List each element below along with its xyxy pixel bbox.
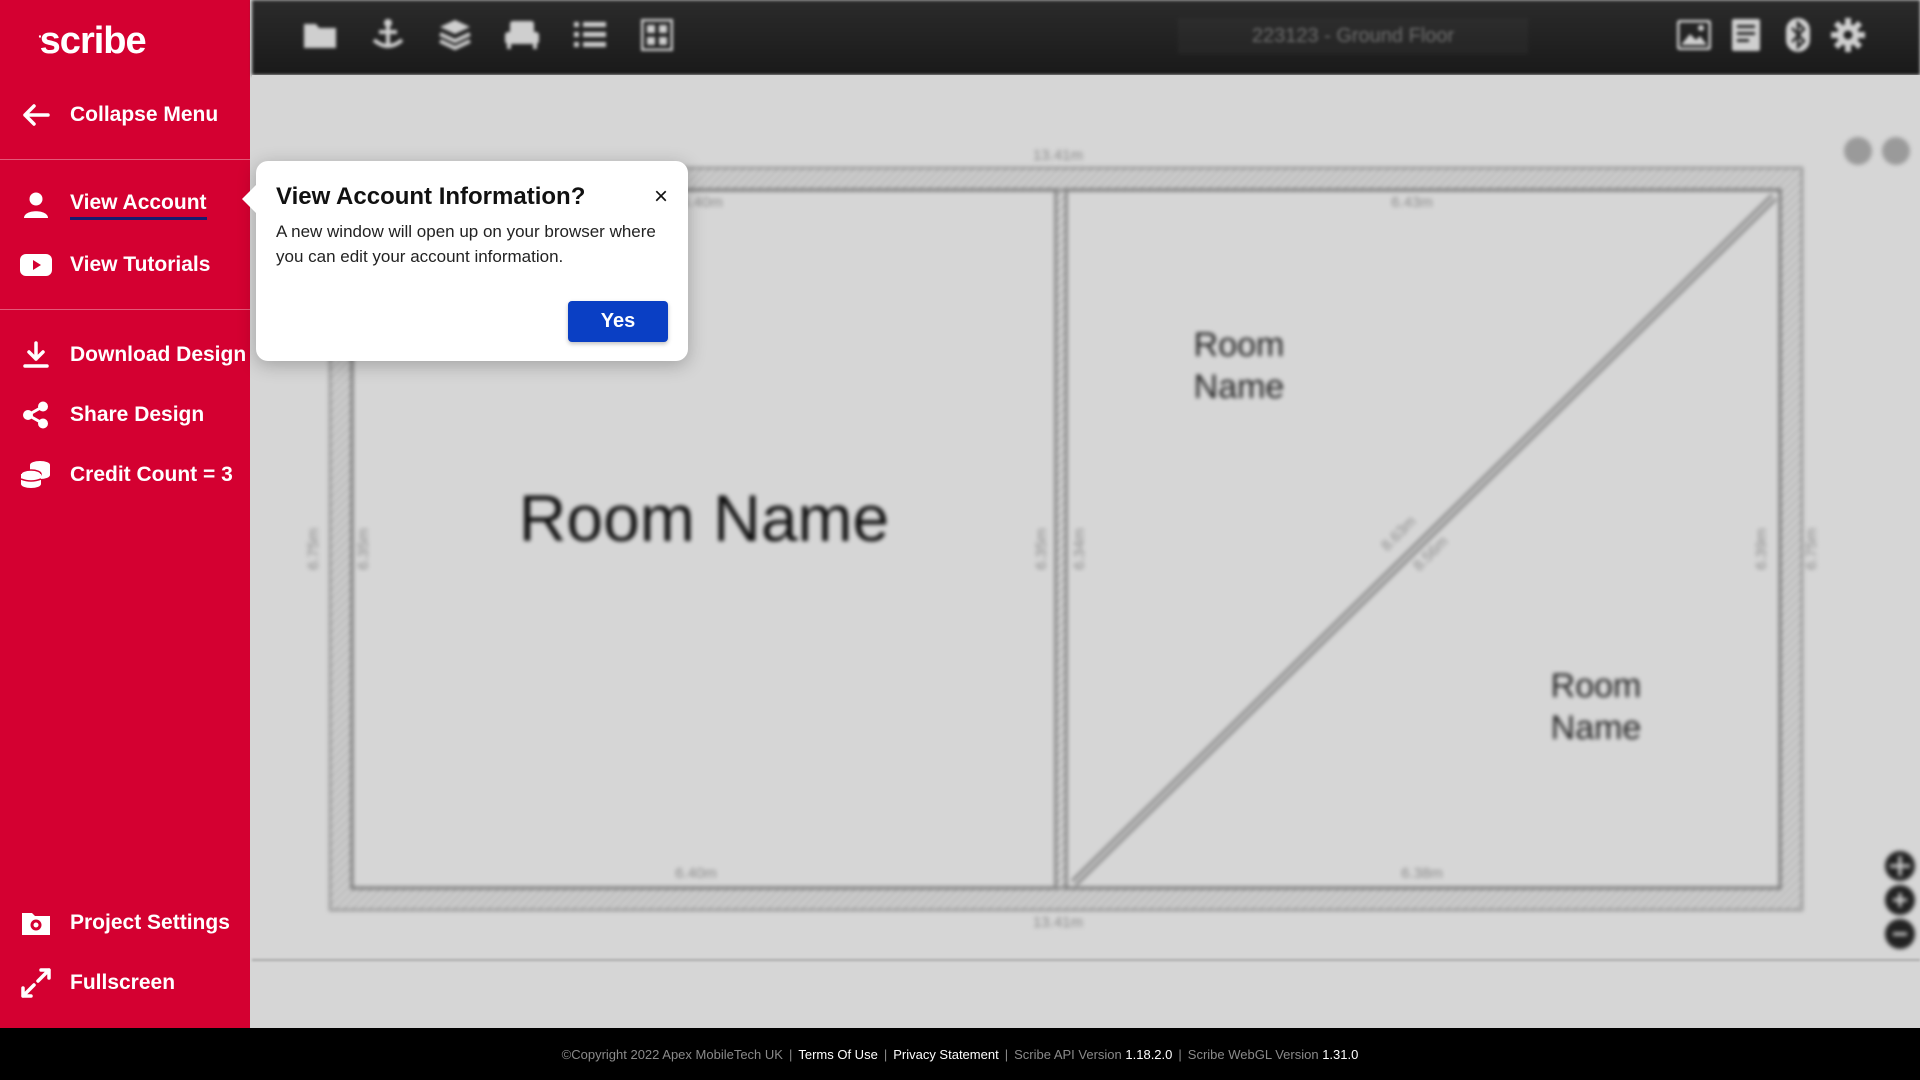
sidebar-item-collapse-menu[interactable]: Collapse Menu <box>0 93 250 137</box>
sidebar-item-project-settings[interactable]: Project Settings <box>0 901 250 945</box>
sofa-icon[interactable] <box>504 16 540 54</box>
dimension-label: 6.35m <box>1033 528 1050 570</box>
project-title: 223123 - Ground Floor <box>1178 18 1528 54</box>
list-icon[interactable] <box>572 16 608 54</box>
arrow-left-icon <box>18 99 54 131</box>
anchor-icon[interactable] <box>370 16 406 54</box>
room-name-label: Name <box>1551 709 1642 747</box>
popover-arrow <box>242 185 256 213</box>
top-toolbar: 223123 - Ground Floor <box>252 0 1920 75</box>
room-name-label: Room Name <box>519 481 889 555</box>
dimension-label: 6.34m <box>1071 528 1088 570</box>
layers-icon[interactable] <box>437 16 473 54</box>
zoom-out-icon[interactable] <box>1885 919 1915 949</box>
move-icon[interactable] <box>1885 851 1915 881</box>
sidebar-item-label: Collapse Menu <box>70 103 219 126</box>
room-name-label: Name <box>1194 368 1285 406</box>
footer-separator: | <box>1178 1046 1182 1062</box>
sidebar-item-share-design[interactable]: Share Design <box>0 393 250 437</box>
sidebar-item-label: Credit Count = 3 <box>70 463 233 486</box>
sidebar-item-label: Fullscreen <box>70 971 176 994</box>
room-name-label: Room <box>1194 326 1285 364</box>
sidebar-item-label: View Account <box>70 191 207 220</box>
youtube-icon <box>18 249 54 281</box>
sidebar-item-label: Download Design <box>70 343 247 366</box>
sidebar-item-fullscreen[interactable]: Fullscreen <box>0 961 250 1005</box>
dimension-label: 6.35m <box>355 528 372 570</box>
expand-icon <box>18 967 54 999</box>
view-account-popover: View Account Information? × A new window… <box>242 161 688 361</box>
sidebar-item-credit-count[interactable]: Credit Count = 3 <box>0 453 250 497</box>
canvas-baseline <box>252 959 1920 961</box>
privacy-link[interactable]: Privacy Statement <box>893 1047 999 1062</box>
api-version-value: 1.18.2.0 <box>1125 1046 1173 1062</box>
popover-body: A new window will open up on your browse… <box>276 222 656 266</box>
folder-icon[interactable] <box>302 16 338 54</box>
footer: ©Copyright 2022 Apex MobileTech UK | Ter… <box>0 1028 1920 1080</box>
folder-gear-icon <box>18 907 54 939</box>
dimension-label: 6.75m <box>305 528 322 570</box>
sidebar: ·scribe Collapse Menu View Account View … <box>0 0 250 1028</box>
download-icon <box>18 339 54 371</box>
sidebar-divider <box>0 309 250 310</box>
sidebar-item-view-tutorials[interactable]: View Tutorials <box>0 243 250 287</box>
sidebar-item-download-design[interactable]: Download Design <box>0 333 250 377</box>
room-name-label: Room <box>1551 667 1642 705</box>
dimension-label: 6.43m <box>1391 194 1433 211</box>
circle-control-icon[interactable] <box>1882 137 1910 165</box>
dimension-label: 6.38m <box>1401 865 1443 882</box>
sidebar-item-label: View Tutorials <box>70 253 211 276</box>
sidebar-divider <box>0 159 250 160</box>
webgl-version-value: 1.31.0 <box>1322 1046 1359 1062</box>
dimension-label: 6.75m <box>1803 528 1820 570</box>
dimension-label: 13.41m <box>1033 914 1083 931</box>
user-icon <box>18 189 54 221</box>
zoom-in-icon[interactable] <box>1885 885 1915 915</box>
circle-control-icon[interactable] <box>1844 137 1872 165</box>
scribe-logo: ·scribe <box>38 20 147 62</box>
grid-icon[interactable] <box>639 16 675 54</box>
sidebar-item-label: Project Settings <box>70 911 230 934</box>
copyright-text: ©Copyright 2022 Apex MobileTech UK <box>561 1046 783 1062</box>
share-icon <box>18 399 54 431</box>
gear-icon[interactable] <box>1830 16 1866 54</box>
footer-separator: | <box>788 1046 793 1062</box>
dimension-label: 13.41m <box>1033 147 1083 164</box>
sidebar-item-label: Share Design <box>70 403 205 426</box>
footer-separator: | <box>883 1046 888 1062</box>
coins-icon <box>18 459 54 491</box>
terms-link[interactable]: Terms Of Use <box>798 1047 877 1062</box>
api-version-label: Scribe API Version <box>1014 1046 1122 1062</box>
document-icon[interactable] <box>1728 16 1764 54</box>
yes-button[interactable]: Yes <box>568 301 668 342</box>
bluetooth-icon[interactable] <box>1780 16 1816 54</box>
dimension-label: 6.39m <box>1753 528 1770 570</box>
close-icon[interactable]: × <box>654 185 668 209</box>
dimension-label: 6.40m <box>675 865 717 882</box>
webgl-version-label: Scribe WebGL Version <box>1187 1046 1319 1062</box>
footer-separator: | <box>1004 1046 1009 1062</box>
popover-title: View Account Information? <box>276 183 586 210</box>
image-icon[interactable] <box>1676 16 1712 54</box>
sidebar-item-view-account[interactable]: View Account <box>0 183 250 227</box>
